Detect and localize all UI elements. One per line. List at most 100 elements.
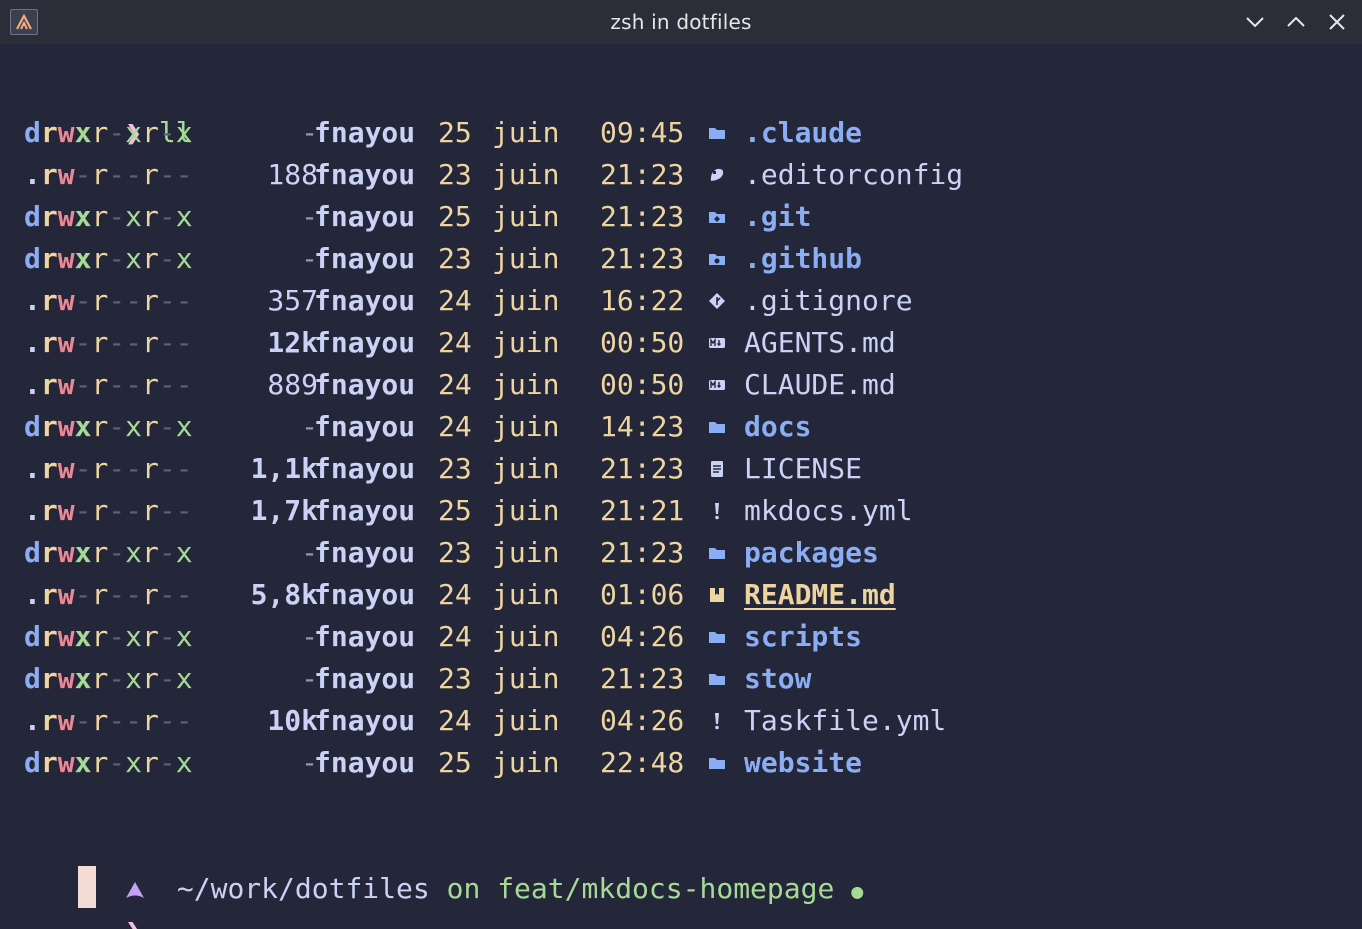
folder-icon xyxy=(708,112,726,154)
file-owner: fnayou xyxy=(314,578,416,611)
permissions: .rw-r--r-- xyxy=(24,368,193,401)
command-line: ❯ ll xyxy=(24,70,192,149)
file-owner: fnayou xyxy=(314,326,416,359)
time: 21:21 xyxy=(600,494,685,527)
permissions: drwxr-xr-x xyxy=(24,200,193,233)
title-bar[interactable]: zsh in dotfiles xyxy=(0,0,1362,44)
file-name[interactable]: stow xyxy=(744,658,811,700)
date-day: 24 xyxy=(438,410,472,443)
date-day: 24 xyxy=(438,620,472,653)
date-day: 25 xyxy=(438,746,472,779)
file-name[interactable]: README.md xyxy=(744,574,896,616)
file-size: 1,1k xyxy=(250,452,318,485)
permissions: .rw-r--r-- xyxy=(24,578,193,611)
folder-icon xyxy=(708,616,726,658)
file-owner: fnayou xyxy=(314,158,416,191)
file-name[interactable]: website xyxy=(744,742,862,784)
date-day: 24 xyxy=(438,284,472,317)
file-owner: fnayou xyxy=(314,200,416,233)
time: 21:23 xyxy=(600,536,685,569)
file-name[interactable]: .editorconfig xyxy=(744,154,963,196)
date-day: 23 xyxy=(438,662,472,695)
folder-icon xyxy=(708,406,726,448)
file-size: - xyxy=(301,746,318,779)
time: 21:23 xyxy=(600,242,685,275)
terminal-cursor xyxy=(78,866,96,908)
editorconfig-icon xyxy=(708,154,726,196)
date-day: 23 xyxy=(438,242,472,275)
prompt-status-line: ~/work/dotfiles on feat/mkdocs-homepage … xyxy=(24,826,863,905)
file-name[interactable]: Taskfile.yml xyxy=(744,700,946,742)
time: 00:50 xyxy=(600,368,685,401)
date-day: 23 xyxy=(438,452,472,485)
minimize-button[interactable] xyxy=(1241,8,1269,36)
file-size: - xyxy=(301,620,318,653)
time: 22:48 xyxy=(600,746,685,779)
time: 21:23 xyxy=(600,158,685,191)
folder-icon xyxy=(708,532,726,574)
file-name[interactable]: AGENTS.md xyxy=(744,322,896,364)
file-name[interactable]: .gitignore xyxy=(744,280,913,322)
dirty-indicator: ● xyxy=(851,879,864,903)
date-month: juin xyxy=(492,536,560,569)
close-button[interactable] xyxy=(1323,8,1351,36)
date-month: juin xyxy=(492,620,560,653)
window-title: zsh in dotfiles xyxy=(610,10,752,34)
file-size: - xyxy=(301,536,318,569)
time: 21:23 xyxy=(600,200,685,233)
file-name[interactable]: LICENSE xyxy=(744,448,862,490)
date-day: 23 xyxy=(438,158,472,191)
file-owner: fnayou xyxy=(314,242,416,275)
file-size: - xyxy=(301,242,318,275)
file-owner: fnayou xyxy=(314,620,416,653)
date-month: juin xyxy=(492,200,560,233)
date-month: juin xyxy=(492,746,560,779)
date-month: juin xyxy=(492,410,560,443)
file-size: 188 xyxy=(267,158,318,191)
file-name[interactable]: .git xyxy=(744,196,811,238)
file-owner: fnayou xyxy=(314,494,416,527)
file-owner: fnayou xyxy=(314,410,416,443)
file-name[interactable]: mkdocs.yml xyxy=(744,490,913,532)
file-owner: fnayou xyxy=(314,116,416,149)
file-owner: fnayou xyxy=(314,536,416,569)
file-name[interactable]: scripts xyxy=(744,616,862,658)
branch-name: feat/mkdocs-homepage xyxy=(497,872,835,905)
file-owner: fnayou xyxy=(314,284,416,317)
time: 16:22 xyxy=(600,284,685,317)
close-icon xyxy=(1329,14,1345,30)
date-day: 24 xyxy=(438,578,472,611)
permissions: drwxr-xr-x xyxy=(24,662,193,695)
date-day: 25 xyxy=(438,116,472,149)
yaml-icon xyxy=(708,490,726,532)
maximize-button[interactable] xyxy=(1282,8,1310,36)
file-size: 12k xyxy=(267,326,318,359)
permissions: .rw-r--r-- xyxy=(24,158,193,191)
git-folder-icon xyxy=(708,196,726,238)
file-owner: fnayou xyxy=(314,746,416,779)
input-prompt-symbol: ❯ xyxy=(125,914,142,929)
current-path: ~/work/dotfiles xyxy=(176,872,430,905)
file-name[interactable]: docs xyxy=(744,406,811,448)
readme-icon xyxy=(708,574,726,616)
date-month: juin xyxy=(492,158,560,191)
permissions: drwxr-xr-x xyxy=(24,536,193,569)
file-name[interactable]: .github xyxy=(744,238,862,280)
time: 21:23 xyxy=(600,662,685,695)
permissions: .rw-r--r-- xyxy=(24,452,193,485)
file-name[interactable]: packages xyxy=(744,532,879,574)
chevron-up-icon xyxy=(1287,16,1305,27)
permissions: .rw-r--r-- xyxy=(24,494,193,527)
file-name[interactable]: .claude xyxy=(744,112,862,154)
file-name[interactable]: CLAUDE.md xyxy=(744,364,896,406)
file-size: 1,7k xyxy=(250,494,318,527)
date-day: 24 xyxy=(438,326,472,359)
terminal-viewport[interactable]: ❯ ll drwxr-xr-x - fnayou 25 juin 09:45 .claude… xyxy=(0,44,1362,929)
file-owner: fnayou xyxy=(314,704,416,737)
file-size: - xyxy=(301,410,318,443)
yaml-icon xyxy=(708,700,726,742)
time: 21:23 xyxy=(600,452,685,485)
date-month: juin xyxy=(492,704,560,737)
time: 04:26 xyxy=(600,704,685,737)
date-day: 23 xyxy=(438,536,472,569)
